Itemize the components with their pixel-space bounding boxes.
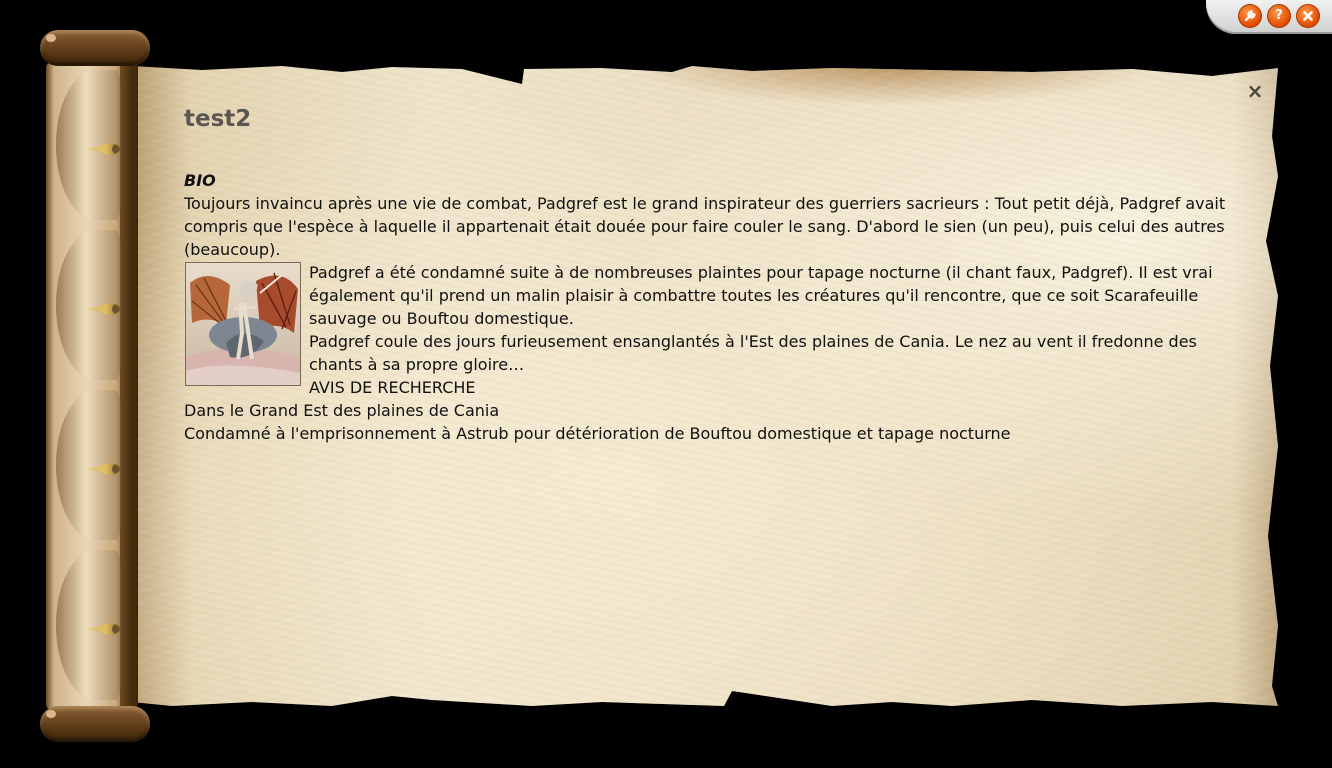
close-icon: × <box>1246 79 1264 103</box>
bio-paragraph: Padgref coule des jours furieusement ens… <box>309 332 1197 374</box>
wanted-heading: AVIS DE RECHERCHE <box>309 378 476 397</box>
bio-paragraph: Padgref a été condamné suite à de nombre… <box>309 263 1213 328</box>
character-name: test2 <box>184 106 252 132</box>
window-close-button[interactable] <box>1296 4 1320 28</box>
wanted-location: Dans le Grand Est des plaines de Cania <box>184 401 500 420</box>
wrench-icon <box>1244 10 1256 22</box>
profile-content: test2 BIO Toujours invaincu après une vi… <box>184 100 1234 445</box>
bio-heading: BIO <box>184 171 216 190</box>
help-button[interactable]: ? <box>1267 4 1291 28</box>
character-portrait <box>185 262 301 386</box>
panel-close-button[interactable]: × <box>1244 80 1266 102</box>
rod-cap-top <box>40 30 150 66</box>
settings-button[interactable] <box>1238 4 1262 28</box>
close-icon <box>1303 11 1313 21</box>
bio-intro: Toujours invaincu après une vie de comba… <box>184 194 1226 259</box>
rod-cap-bottom <box>40 706 150 742</box>
wanted-reason: Condamné à l'emprisonnement à Astrub pou… <box>184 424 1011 443</box>
dragon-illustration-image <box>186 263 300 385</box>
window-controls: ? <box>1206 0 1332 34</box>
help-icon: ? <box>1275 8 1283 23</box>
profile-window: ? × test2 BIO Toujours invaincu après un… <box>0 0 1332 768</box>
